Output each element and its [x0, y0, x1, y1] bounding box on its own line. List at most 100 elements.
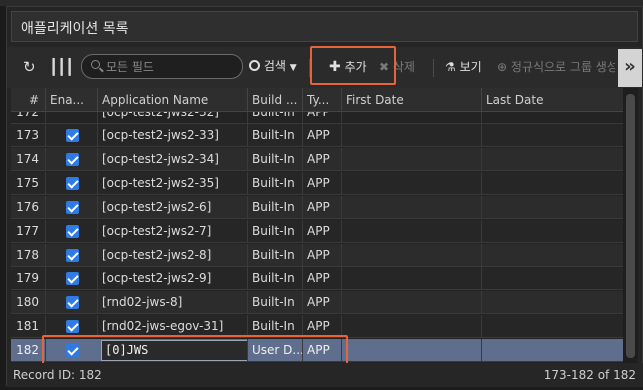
enabled-checkbox[interactable]	[66, 272, 79, 286]
column-header-build[interactable]: Build ...	[247, 88, 302, 112]
app-name-cell: [ocp-test2-jws2-34]	[97, 147, 247, 171]
app-name-cell: [ocp-test2-jws2-7]	[97, 219, 247, 243]
column-header-last-date[interactable]: Last Date	[481, 88, 623, 112]
enabled-checkbox[interactable]	[66, 320, 79, 334]
row-number: 181	[16, 319, 39, 334]
build-cell: Built-In	[247, 124, 302, 147]
refresh-icon[interactable]: ↻	[23, 60, 36, 75]
table-row[interactable]: 175 [ocp-test2-jws2-35] Built-In APP	[11, 171, 623, 195]
search-icon	[91, 60, 100, 69]
toolbar: ↻ ┃┃┃ 검색 ▼ ✚ 추가 ✖ 삭제 ⚗ 보기 ⊕ 정규식으로 그룹 생성	[7, 46, 643, 88]
build-cell: Built-In	[247, 219, 302, 243]
last-date-cell	[481, 291, 623, 315]
first-date-cell	[341, 124, 481, 147]
row-number: 176	[16, 199, 39, 214]
table-row[interactable]: 177 [ocp-test2-jws2-7] Built-In APP	[11, 219, 623, 243]
enabled-checkbox[interactable]	[66, 224, 79, 238]
enabled-checkbox[interactable]	[66, 129, 79, 142]
row-number: 177	[16, 223, 39, 238]
vertical-scrollbar[interactable]	[623, 88, 638, 363]
first-date-cell	[341, 147, 481, 171]
row-number: 182	[16, 343, 39, 357]
enabled-cell	[45, 171, 97, 195]
table-row[interactable]: 178 [ocp-test2-jws2-8] Built-In APP	[11, 243, 623, 267]
enabled-checkbox[interactable]	[66, 248, 79, 262]
first-date-cell	[341, 243, 481, 267]
app-name-cell: [rnd02-jws-8]	[97, 291, 247, 315]
toolbar-divider	[433, 59, 434, 77]
column-header-type[interactable]: Ty...	[302, 88, 341, 112]
add-circle-icon: ⊕	[497, 60, 508, 74]
record-id-label: Record ID: 182	[13, 368, 102, 382]
column-header-first-date[interactable]: First Date	[341, 88, 481, 112]
delete-label: 삭제	[392, 60, 415, 74]
first-date-cell	[341, 315, 481, 339]
row-number: 179	[16, 271, 39, 286]
enabled-checkbox[interactable]	[66, 200, 79, 214]
flask-icon: ⚗	[445, 60, 456, 74]
app-name-cell: [ocp-test2-jws2-33]	[97, 124, 247, 147]
search-dropdown-button[interactable]: 검색 ▼	[249, 57, 297, 74]
row-number: 180	[16, 295, 39, 310]
search-input[interactable]	[106, 58, 236, 76]
caret-down-icon: ▼	[289, 63, 297, 73]
row-number: 174	[16, 151, 39, 166]
build-cell: Built-In	[247, 291, 302, 315]
table-header: # Ena... Application Name Build ... Ty..…	[11, 88, 623, 112]
add-button-highlight	[310, 46, 396, 85]
edit-row-highlight	[42, 335, 348, 363]
table-row[interactable]: 180 [rnd02-jws-8] Built-In APP	[11, 291, 623, 315]
row-number: 175	[16, 175, 39, 190]
row-number: 178	[16, 247, 39, 262]
column-header-enabled[interactable]: Ena...	[45, 88, 97, 112]
app-name-cell: [ocp-test2-jws2-6]	[97, 195, 247, 219]
type-cell: APP	[302, 171, 341, 195]
build-cell: Built-In	[247, 147, 302, 171]
first-date-cell	[341, 291, 481, 315]
column-header-number[interactable]: #	[11, 88, 45, 112]
last-date-cell	[481, 147, 623, 171]
last-date-cell	[481, 124, 623, 147]
scrollbar-thumb[interactable]	[626, 94, 635, 358]
table-row[interactable]: 174 [ocp-test2-jws2-34] Built-In APP	[11, 147, 623, 171]
enabled-checkbox[interactable]	[66, 152, 79, 166]
search-label: 검색	[263, 59, 286, 73]
app-name-cell: [ocp-test2-jws2-8]	[97, 243, 247, 267]
last-date-cell	[481, 315, 623, 339]
type-cell: APP	[302, 267, 341, 291]
first-date-cell	[341, 267, 481, 291]
last-date-cell	[481, 339, 623, 362]
enabled-checkbox[interactable]	[66, 296, 79, 310]
enabled-cell	[45, 243, 97, 267]
enabled-cell	[45, 195, 97, 219]
application-list-window: 애플리케이션 목록 ↻ ┃┃┃ 검색 ▼ ✚ 추가 ✖ 삭제 ⚗ 보기 ⊕	[6, 6, 643, 387]
first-date-cell	[341, 171, 481, 195]
enabled-cell	[45, 147, 97, 171]
first-date-cell	[341, 339, 481, 362]
table-row[interactable]: 176 [ocp-test2-jws2-6] Built-In APP	[11, 195, 623, 219]
type-cell: APP	[302, 219, 341, 243]
record-range-label: 173-182 of 182	[543, 368, 636, 382]
table-row[interactable]: 179 [ocp-test2-jws2-9] Built-In APP	[11, 267, 623, 291]
column-header-application-name[interactable]: Application Name	[97, 88, 247, 112]
view-button[interactable]: ⚗ 보기	[445, 58, 482, 75]
search-field[interactable]	[81, 54, 243, 79]
last-date-cell	[481, 195, 623, 219]
window-title: 애플리케이션 목록	[21, 21, 129, 37]
enabled-cell	[45, 291, 97, 315]
last-date-cell	[481, 219, 623, 243]
enabled-checkbox[interactable]	[66, 176, 79, 190]
view-label: 보기	[459, 60, 482, 74]
status-bar: Record ID: 182 173-182 of 182	[7, 363, 643, 387]
application-table: 172 [ocp-test2-jws2-32] Built-In APP # E…	[11, 88, 623, 363]
columns-icon[interactable]: ┃┃┃	[49, 60, 74, 75]
app-name-cell: [ocp-test2-jws2-9]	[97, 267, 247, 291]
table-row[interactable]: 173 [ocp-test2-jws2-33] Built-In APP	[11, 124, 623, 147]
build-cell: Built-In	[247, 171, 302, 195]
toolbar-overflow-button[interactable]: »	[618, 49, 642, 87]
enabled-cell	[45, 267, 97, 291]
regex-group-button[interactable]: ⊕ 정규식으로 그룹 생성	[497, 58, 615, 75]
type-cell: APP	[302, 195, 341, 219]
enabled-cell	[45, 124, 97, 147]
search-icon	[249, 60, 260, 71]
